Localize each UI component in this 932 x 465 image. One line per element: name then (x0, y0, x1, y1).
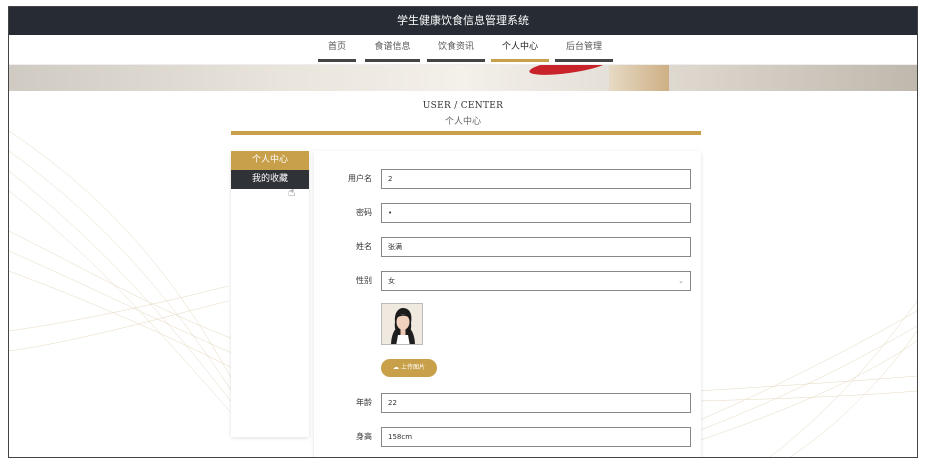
section-divider (231, 131, 701, 135)
nav-recipes[interactable]: 食谱信息 (365, 35, 420, 65)
gender-select[interactable]: 女 ⌄ (381, 271, 691, 291)
gender-label: 性别 (356, 276, 372, 285)
section-title-cn: 个人中心 (444, 117, 481, 127)
nav-news[interactable]: 饮食资讯 (427, 35, 485, 65)
cloud-upload-icon: ☁ (393, 364, 400, 371)
nav-admin[interactable]: 后台管理 (555, 35, 613, 65)
height-row: 身高 158cm (314, 427, 701, 447)
username-label: 用户名 (348, 174, 372, 183)
username-row: 用户名 2 (314, 169, 701, 189)
height-field[interactable]: 158cm (381, 427, 691, 447)
nav-underline (365, 59, 420, 62)
section-heading: USER / CENTER 个人中心 (9, 101, 917, 127)
upload-image-button[interactable]: ☁ 上传图片 (381, 359, 437, 377)
sidebar-item-label: 我的收藏 (251, 174, 288, 184)
password-label: 密码 (356, 208, 372, 217)
chevron-down-icon: ⌄ (678, 277, 684, 285)
name-field[interactable]: 张满 (381, 237, 691, 257)
avatar-image (381, 303, 423, 345)
age-row: 年龄 22 (314, 393, 701, 413)
nav-user-center-label: 个人中心 (501, 42, 538, 52)
age-field[interactable]: 22 (381, 393, 691, 413)
password-row: 密码 • (314, 203, 701, 223)
banner-image (9, 65, 917, 91)
gender-value: 女 (388, 277, 395, 285)
nav-home-label: 首页 (327, 42, 346, 52)
nav-underline (555, 59, 613, 62)
upload-button-label: 上传图片 (400, 364, 425, 371)
username-field[interactable]: 2 (381, 169, 691, 189)
profile-form: 用户名 2 密码 • 姓名 张满 性别 女 ⌄ ☁ 上传图片 年龄 22 身高 … (314, 151, 701, 457)
gender-row: 性别 女 ⌄ (314, 271, 701, 291)
banner-decoration (609, 65, 669, 91)
name-label: 姓名 (356, 242, 372, 251)
nav-underline (318, 59, 356, 62)
sidebar-item-favorites[interactable]: 我的收藏 (231, 170, 309, 189)
name-row: 姓名 张满 (314, 237, 701, 257)
app-title: 学生健康饮食信息管理系统 (397, 14, 529, 27)
nav-news-label: 饮食资讯 (437, 42, 474, 52)
nav-underline (427, 59, 485, 62)
nav-underline-active (491, 59, 549, 62)
nav-admin-label: 后台管理 (565, 42, 602, 52)
pointer-cursor-icon: ☝ (288, 185, 296, 199)
height-label: 身高 (356, 432, 372, 441)
section-title-en: USER / CENTER (422, 101, 504, 111)
sidebar-item-label: 个人中心 (251, 155, 288, 165)
banner-decoration (528, 65, 610, 79)
password-field[interactable]: • (381, 203, 691, 223)
sidebar-item-user-center[interactable]: 个人中心 (231, 151, 309, 170)
app-window: 学生健康饮食信息管理系统 首页 食谱信息 饮食资讯 个人中心 后台管理 USER… (8, 6, 918, 458)
avatar-portrait-icon (382, 304, 422, 344)
nav-recipes-label: 食谱信息 (374, 42, 411, 52)
nav-user-center[interactable]: 个人中心 (491, 35, 549, 65)
age-label: 年龄 (356, 398, 372, 407)
sidebar-menu: 个人中心 我的收藏 (231, 151, 309, 437)
app-title-bar: 学生健康饮食信息管理系统 (9, 7, 917, 35)
nav-home[interactable]: 首页 (318, 35, 356, 65)
main-nav: 首页 食谱信息 饮食资讯 个人中心 后台管理 (9, 35, 917, 65)
